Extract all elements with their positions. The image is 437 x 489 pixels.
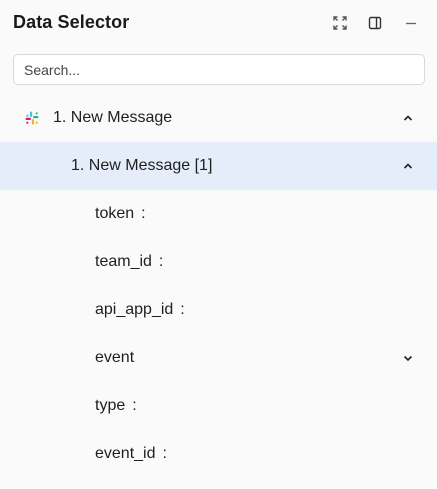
field-label: team_id (95, 253, 152, 270)
field-label: type (95, 397, 126, 414)
expand-icon[interactable] (332, 15, 348, 31)
tree-node-child[interactable]: 1. New Message [1] (0, 142, 437, 190)
panel-title: Data Selector (13, 12, 130, 32)
tree-field-event-id[interactable]: event_id : (0, 430, 437, 478)
field-separator: : (158, 253, 164, 270)
field-label: token (95, 205, 135, 222)
field-separator: : (180, 301, 185, 318)
search-box (13, 54, 425, 85)
panel-header: Data Selector (0, 0, 437, 46)
tree-field-type[interactable]: type : (0, 382, 437, 430)
chevron-up-icon[interactable] (401, 159, 415, 173)
sidebar-toggle-icon[interactable] (367, 15, 383, 31)
field-label: api_app_id (95, 301, 174, 318)
field-separator: : (132, 397, 137, 414)
chevron-up-icon[interactable] (401, 111, 415, 125)
tree-node-label: 1. New Message [1] (71, 157, 213, 174)
tree-field-token[interactable]: token : (0, 190, 437, 238)
tree-node-label: 1. New Message (53, 109, 173, 126)
data-selector-panel: Data Selector Search... 1. New Message 1… (0, 0, 437, 489)
field-label: event_id (95, 445, 156, 462)
field-separator: : (162, 445, 167, 462)
tree-node-root[interactable]: 1. New Message (0, 94, 437, 142)
minimize-icon[interactable] (403, 15, 419, 31)
slack-icon (25, 111, 39, 125)
tree-field-api-app-id[interactable]: api_app_id : (0, 286, 437, 334)
field-separator: : (141, 205, 146, 222)
field-label: event (95, 349, 135, 366)
chevron-down-icon[interactable] (401, 351, 415, 365)
tree-field-event[interactable]: event (0, 334, 437, 382)
tree-field-team-id[interactable]: team_id : (0, 238, 437, 286)
search-input[interactable] (14, 55, 424, 84)
